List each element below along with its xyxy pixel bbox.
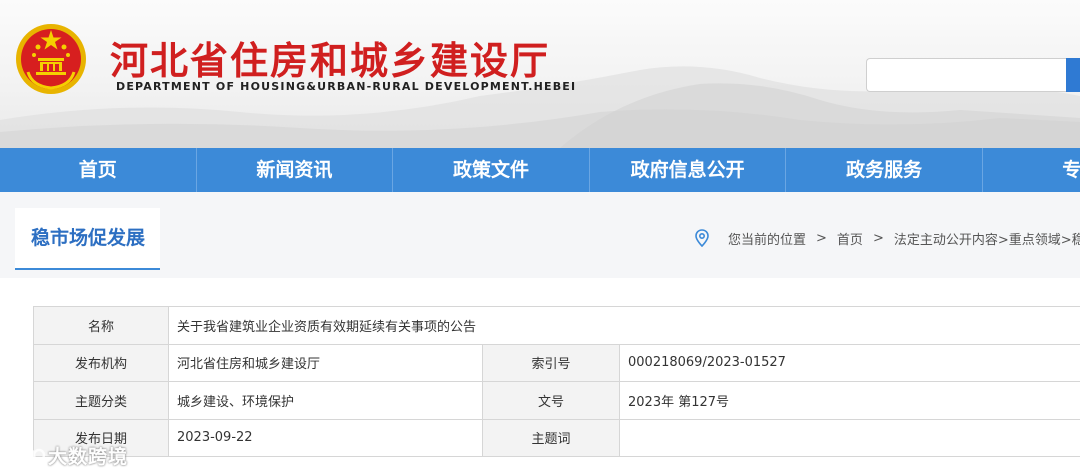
document-number-value: 2023年 第127号: [619, 381, 1080, 420]
nav-item-topics[interactable]: 专题: [983, 148, 1080, 192]
main-nav: 首页 新闻资讯 政策文件 政府信息公开 政务服务 专题: [0, 148, 1080, 192]
nav-item-government-info-disclosure[interactable]: 政府信息公开: [590, 148, 787, 192]
brand-logo-icon: [10, 445, 46, 463]
watermark-text: 大数跨境: [48, 445, 129, 468]
topic-category-label: 主题分类: [33, 381, 169, 420]
index-number-value: 000218069/2023-01527: [619, 343, 1080, 382]
breadcrumb-current-path[interactable]: 法定主动公开内容>重点领域>稳: [894, 229, 1080, 248]
breadcrumb-separator: >: [816, 230, 827, 246]
subject-words-value: [619, 418, 1080, 457]
name-value: 关于我省建筑业企业资质有效期延续有关事项的公告: [168, 306, 1080, 345]
name-label: 名称: [33, 306, 169, 345]
publisher-label: 发布机构: [33, 343, 169, 382]
document-info-table: 名称 关于我省建筑业企业资质有效期延续有关事项的公告 发布机构 河北省住房和城乡…: [33, 306, 1080, 457]
breadcrumb: 您当前的位置 > 首页 > 法定主动公开内容>重点领域>稳: [694, 228, 1080, 248]
national-emblem-icon: [16, 24, 86, 94]
nav-item-news[interactable]: 新闻资讯: [197, 148, 394, 192]
site-subtitle: DEPARTMENT OF HOUSING&URBAN-RURAL DEVELO…: [116, 80, 577, 93]
table-row: 发布日期 2023-09-22 主题词: [33, 418, 1080, 457]
breadcrumb-prefix: 您当前的位置: [728, 232, 807, 248]
nav-item-government-services[interactable]: 政务服务: [786, 148, 983, 192]
search-input[interactable]: [866, 58, 1066, 92]
search-button[interactable]: [1066, 58, 1080, 92]
breadcrumb-separator: >: [872, 230, 884, 246]
section-title: 稳市场促发展: [15, 208, 160, 270]
index-number-label: 索引号: [482, 343, 620, 382]
table-row: 主题分类 城乡建设、环境保护 文号 2023年 第127号: [33, 381, 1080, 420]
table-row: 发布机构 河北省住房和城乡建设厅 索引号 000218069/2023-0152…: [33, 343, 1080, 382]
nav-item-home[interactable]: 首页: [0, 148, 197, 192]
publisher-value: 河北省住房和城乡建设厅: [168, 343, 483, 382]
watermark: 大数跨境: [8, 440, 128, 470]
breadcrumb-home-link[interactable]: 首页: [837, 229, 863, 248]
topic-category-value: 城乡建设、环境保护: [168, 381, 483, 420]
location-pin-icon: [695, 229, 709, 247]
document-number-label: 文号: [482, 381, 620, 420]
subject-words-label: 主题词: [482, 418, 620, 457]
site-title: 河北省住房和城乡建设厅: [110, 39, 551, 83]
nav-item-policy-documents[interactable]: 政策文件: [393, 148, 590, 192]
table-row: 名称 关于我省建筑业企业资质有效期延续有关事项的公告: [33, 306, 1080, 345]
publish-date-value: 2023-09-22: [168, 418, 483, 457]
site-header: 河北省住房和城乡建设厅 DEPARTMENT OF HOUSING&URBAN-…: [0, 0, 1080, 148]
